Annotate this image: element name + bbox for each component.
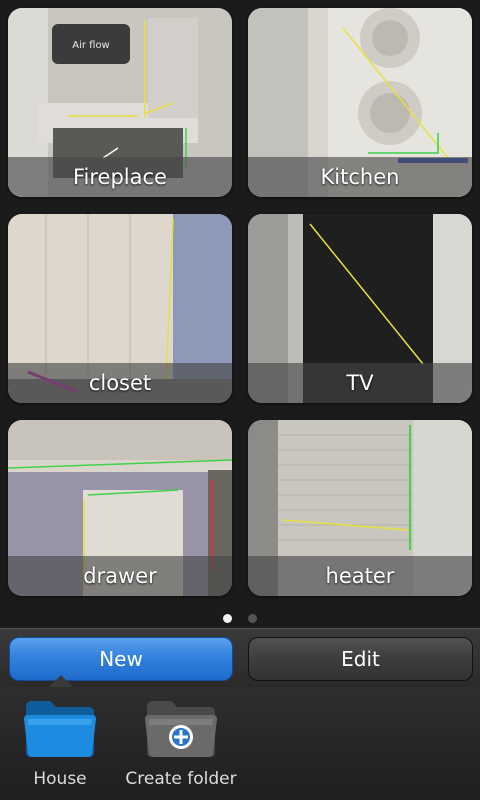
create-folder-button[interactable]: Create folder xyxy=(116,697,246,789)
tile-closet[interactable]: closet xyxy=(8,214,232,403)
tile-label: closet xyxy=(8,363,232,403)
tile-label: TV xyxy=(248,363,472,403)
tile-tv[interactable]: TV xyxy=(248,214,472,403)
tile-drawer[interactable]: drawer xyxy=(8,420,232,596)
folder-label: House xyxy=(33,769,87,789)
selected-folder-pointer xyxy=(49,675,73,687)
page-dot[interactable] xyxy=(247,614,257,623)
page-indicator xyxy=(0,608,480,623)
new-button[interactable]: New xyxy=(9,637,233,681)
measurement-grid: Air flow Fireplace Kitchen closet TV dra… xyxy=(0,0,480,610)
folder-house[interactable]: House xyxy=(0,697,125,789)
page-dot-active[interactable] xyxy=(223,614,233,623)
tile-heater[interactable]: heater xyxy=(248,420,472,596)
tile-fireplace[interactable]: Air flow Fireplace xyxy=(8,8,232,197)
folder-icon xyxy=(24,701,96,757)
tile-kitchen[interactable]: Kitchen xyxy=(248,8,472,197)
tile-label: Kitchen xyxy=(248,157,472,197)
tile-label: drawer xyxy=(8,556,232,596)
tile-label: Fireplace xyxy=(8,157,232,197)
folder-label: Create folder xyxy=(125,769,237,789)
add-folder-icon xyxy=(145,701,217,757)
tile-label: heater xyxy=(248,556,472,596)
air-flow-note: Air flow xyxy=(72,40,110,51)
edit-button[interactable]: Edit xyxy=(248,637,473,681)
